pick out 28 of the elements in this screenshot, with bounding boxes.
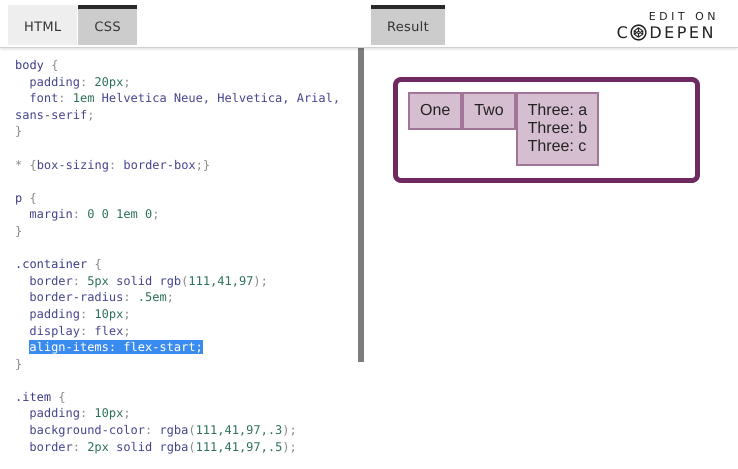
- code-line: body {: [15, 57, 58, 74]
- cube-icon: [630, 24, 648, 41]
- code-line: sans-serif;: [15, 106, 94, 124]
- code-line: * {box-sizing: border-box;}: [15, 156, 210, 174]
- code-line: }: [15, 356, 22, 372]
- flex-item: Three: a Three: b Three: c: [516, 92, 600, 166]
- edit-on-codepen-link[interactable]: EDIT ON C DEPEN: [616, 10, 716, 42]
- code-line: .item {: [15, 388, 66, 406]
- code-line: font: 1em Helvetica Neue, Helvetica, Arial,: [29, 90, 340, 107]
- code-line: }: [15, 123, 22, 140]
- code-line: background-color: rgba(111,41,97,.3);: [29, 422, 297, 439]
- code-line: padding: 10px;: [29, 306, 131, 322]
- code-line: }: [15, 222, 22, 240]
- flex-item: Two: [462, 92, 516, 130]
- code-line: border: 2px solid rgba(111,41,97,.5);: [29, 438, 297, 456]
- code-line: padding: 20px;: [29, 74, 131, 90]
- code-line: padding: 10px;: [29, 405, 131, 422]
- code-line: border: 5px solid rgb(111,41,97);: [29, 272, 268, 290]
- editor-tab[interactable]: HTML: [8, 5, 78, 45]
- flex-item: One: [408, 92, 462, 130]
- scrollbar-thumb[interactable]: [358, 48, 364, 362]
- code-line: border-radius: .5em;: [29, 289, 174, 306]
- code-line: display: flex;: [29, 322, 131, 340]
- code-line: .container {: [15, 256, 102, 273]
- code-line: margin: 0 0 1em 0;: [29, 206, 160, 223]
- code-line: p {: [15, 190, 37, 206]
- editor-tab[interactable]: CSS: [78, 5, 137, 45]
- result-tab[interactable]: Result: [371, 5, 445, 45]
